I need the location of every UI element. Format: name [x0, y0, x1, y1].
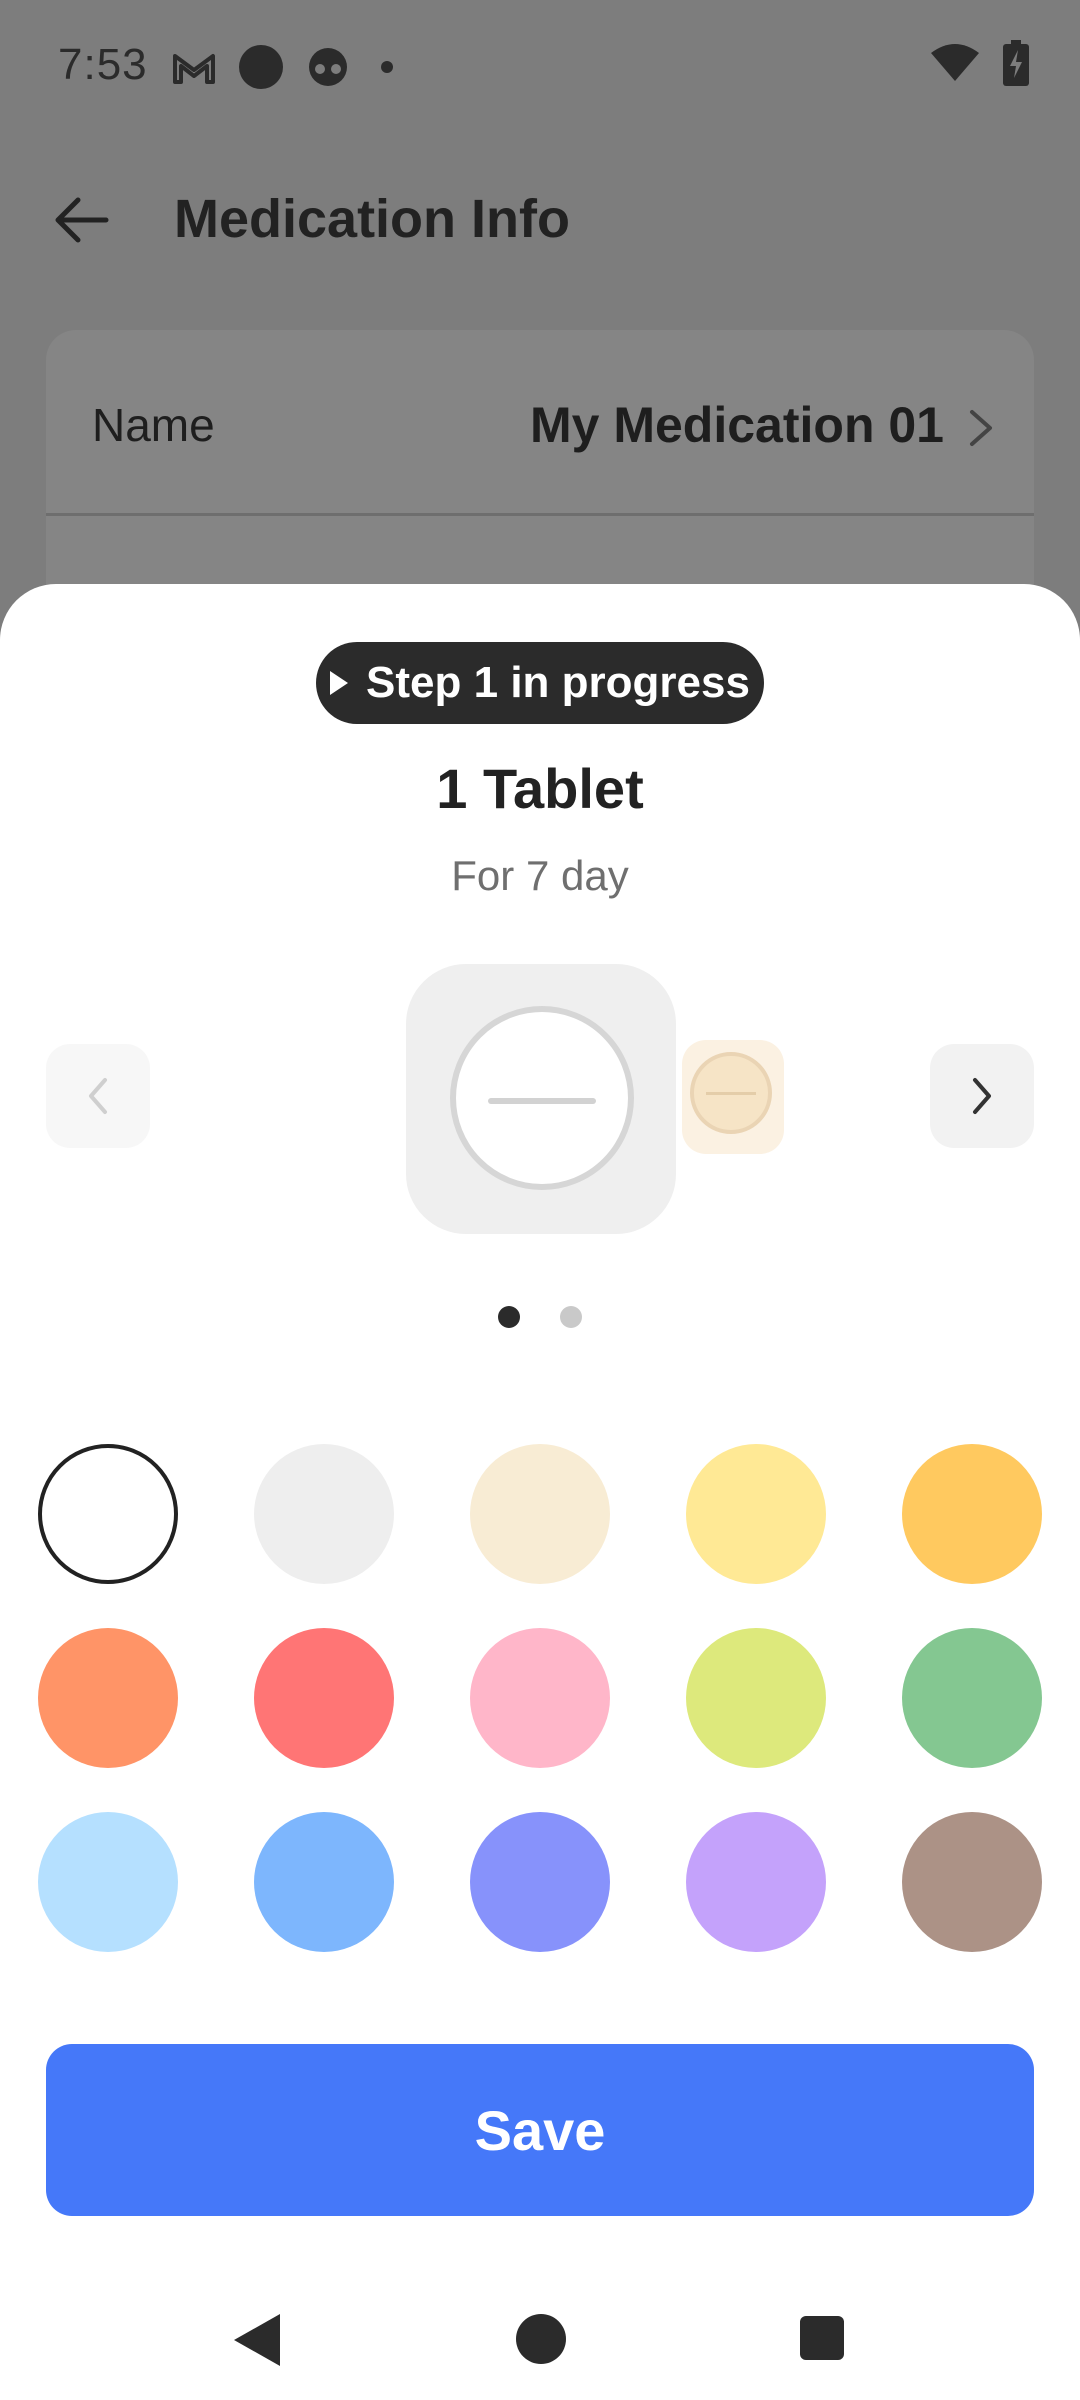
pill-shape-option-selected[interactable] — [406, 964, 676, 1234]
round-tablet-icon — [690, 1052, 772, 1134]
gmail-icon — [173, 54, 215, 84]
arrow-left-icon[interactable] — [50, 188, 114, 252]
status-system-icons — [930, 40, 1030, 86]
page-dot — [560, 1306, 582, 1328]
color-swatch[interactable] — [254, 1812, 394, 1952]
color-palette — [38, 1444, 1042, 1952]
color-swatch[interactable] — [38, 1628, 178, 1768]
color-swatch[interactable] — [254, 1444, 394, 1584]
status-bar: 7:53 — [0, 0, 1080, 140]
color-swatch[interactable] — [470, 1444, 610, 1584]
system-navigation-bar — [0, 2284, 1080, 2400]
chevron-right-icon — [973, 1078, 991, 1114]
save-button[interactable]: Save — [46, 2044, 1034, 2216]
pill-shape-carousel — [0, 964, 1080, 1264]
nav-home-icon[interactable] — [516, 2314, 566, 2364]
color-swatch[interactable] — [470, 1812, 610, 1952]
chevron-right-icon — [970, 410, 992, 446]
status-time: 7:53 — [58, 40, 148, 89]
nav-back-icon[interactable] — [234, 2314, 280, 2366]
dose-title: 1 Tablet — [436, 757, 644, 820]
pill-appearance-sheet: Step 1 in progress 1 Tablet For 7 day Sa… — [0, 584, 1080, 2400]
color-swatch[interactable] — [38, 1812, 178, 1952]
color-swatch[interactable] — [902, 1812, 1042, 1952]
pill-shape-option[interactable] — [682, 1040, 784, 1154]
app-bar: Medication Info — [0, 160, 1080, 280]
name-value: My Medication 01 — [530, 397, 944, 453]
color-swatch[interactable] — [470, 1628, 610, 1768]
game-controller-icon — [309, 48, 347, 86]
play-icon — [330, 671, 349, 695]
carousel-prev-button[interactable] — [46, 1044, 150, 1148]
page-title: Medication Info — [174, 189, 570, 249]
color-swatch[interactable] — [254, 1628, 394, 1768]
round-tablet-icon — [450, 1006, 634, 1190]
nav-recents-icon[interactable] — [800, 2316, 844, 2360]
step-badge-label: Step 1 in progress — [366, 658, 750, 707]
step-badge: Step 1 in progress — [316, 642, 764, 724]
circle-notification-icon — [239, 45, 283, 89]
battery-charging-icon — [1003, 40, 1029, 86]
color-swatch[interactable] — [38, 1444, 178, 1584]
name-row[interactable]: Name My Medication 01 — [46, 330, 1034, 516]
page-dot-active — [498, 1306, 520, 1328]
carousel-page-indicator — [0, 1306, 1080, 1328]
dot-icon — [381, 61, 393, 73]
color-swatch[interactable] — [686, 1628, 826, 1768]
color-swatch[interactable] — [686, 1444, 826, 1584]
chevron-left-icon — [89, 1078, 107, 1114]
wifi-icon — [931, 44, 979, 81]
color-swatch[interactable] — [902, 1628, 1042, 1768]
name-label: Name — [92, 399, 215, 451]
status-notifications — [172, 44, 402, 90]
save-button-label: Save — [474, 2098, 606, 2162]
color-swatch[interactable] — [902, 1444, 1042, 1584]
color-swatch[interactable] — [686, 1812, 826, 1952]
dose-duration: For 7 day — [451, 852, 629, 899]
carousel-next-button[interactable] — [930, 1044, 1034, 1148]
